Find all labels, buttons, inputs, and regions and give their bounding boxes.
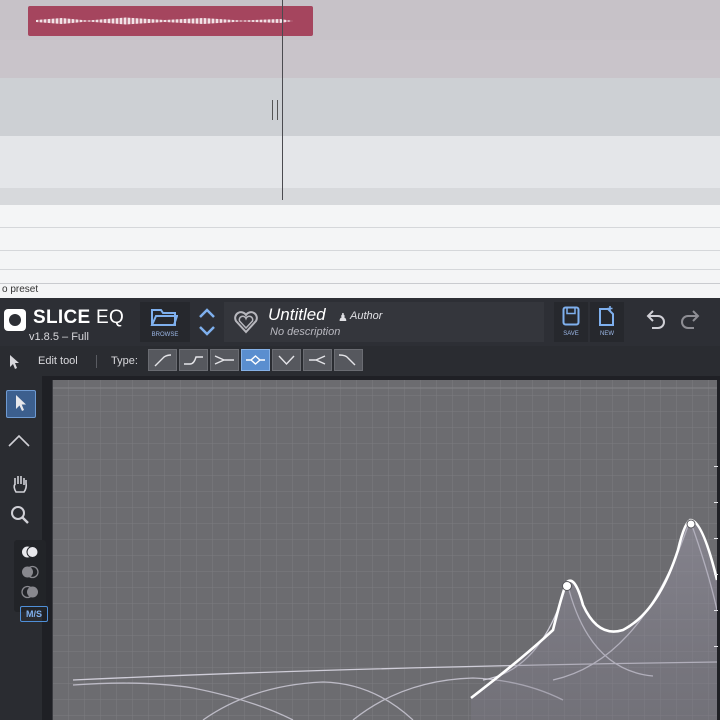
pointer-icon [16,395,26,411]
track-lane[interactable] [0,188,720,205]
eq-band-node[interactable] [562,581,572,591]
scale-tick [714,538,718,539]
stereo-mode-icon[interactable] [20,544,40,560]
eq-graph[interactable] [52,380,717,720]
channel-mode-group [14,540,46,612]
track-lane[interactable] [0,40,720,112]
scale-tick [714,610,718,611]
folder-icon [150,309,178,326]
high-pass-icon [154,354,172,367]
save-label: SAVE [563,331,579,337]
scale-tick [714,466,718,467]
eq-band-node[interactable] [686,519,696,529]
brand-title: SLICE EQ [33,307,124,329]
notch-icon [214,355,234,365]
edit-cursor [272,100,278,120]
browse-label: BROWSE [151,332,179,338]
audio-clip[interactable] [28,6,313,36]
notch-type-button[interactable] [210,349,239,371]
band-type-button[interactable] [272,349,301,371]
edit-tool-label[interactable]: Edit tool [38,355,78,367]
save-button[interactable]: SAVE [554,302,588,342]
new-label: NEW [600,331,614,337]
band-icon [278,355,295,366]
left-mode-icon[interactable] [20,564,40,580]
daw-arrangement: 380 stem [0,0,720,320]
high-shelf-type-button[interactable] [303,349,332,371]
preset-name[interactable]: Untitled [268,305,326,325]
low-pass-icon [338,354,356,366]
plugin-host-header [0,205,720,284]
curve-icon [8,434,30,447]
host-preset-field[interactable]: o preset [0,284,720,298]
divider [0,269,720,270]
brand-main: SLICE [33,307,91,328]
hand-tool-button[interactable] [6,472,34,498]
tool-sidebar: M/S [0,376,48,720]
eq-graph-canvas[interactable] [53,380,717,720]
filter-type-selector [148,349,363,371]
track-lane[interactable] [0,0,720,40]
undo-icon[interactable] [640,304,670,338]
logo-icon [4,309,26,331]
scale-tick [714,574,718,575]
browse-button[interactable]: BROWSE [140,302,190,342]
bell-icon [246,355,265,365]
new-file-icon [599,306,614,326]
preset-description[interactable]: No description [270,326,340,338]
curve-tool-button[interactable] [6,428,34,454]
low-pass-type-button[interactable] [334,349,363,371]
pointer-tool-button[interactable] [6,390,36,418]
user-icon: ♟ [338,312,348,324]
preset-author[interactable]: Author [350,310,382,322]
brand-suffix: EQ [96,307,125,328]
right-mode-icon[interactable] [20,584,40,600]
heart-icon[interactable] [232,308,260,336]
low-shelf-type-button[interactable] [179,349,208,371]
slice-eq-plugin: SLICE EQ v1.8.5 – Full BROWSE Untitled ♟… [0,298,720,720]
plugin-toolbar: Edit tool Type: [0,346,720,376]
version-label: v1.8.5 – Full [29,331,89,343]
redo-icon[interactable] [676,304,706,338]
chevron-up-icon[interactable] [199,308,215,318]
preset-prev-next[interactable] [194,302,220,342]
pointer-icon [10,355,19,369]
divider [96,355,97,368]
waveform [36,17,293,25]
gain-scale [710,458,720,678]
chevron-down-icon[interactable] [199,326,215,336]
high-pass-type-button[interactable] [148,349,177,371]
hand-icon [13,476,28,493]
divider [0,250,720,251]
mid-side-button[interactable]: M/S [20,606,48,622]
divider [0,227,720,228]
preset-panel[interactable]: Untitled ♟ Author No description [224,302,544,342]
track-lane[interactable] [0,78,720,208]
magnifier-icon [11,506,29,524]
bell-type-button[interactable] [241,349,270,371]
playhead[interactable] [282,0,283,200]
track-lane[interactable]: 380 stem [0,136,720,320]
low-shelf-icon [184,356,203,365]
save-icon [562,306,580,326]
type-label: Type: [111,355,138,367]
zoom-tool-button[interactable] [6,502,34,528]
new-preset-button[interactable]: NEW [590,302,624,342]
plugin-header: SLICE EQ v1.8.5 – Full BROWSE Untitled ♟… [0,298,720,346]
scale-tick [714,502,718,503]
scale-tick [714,646,718,647]
high-shelf-icon [309,355,326,365]
